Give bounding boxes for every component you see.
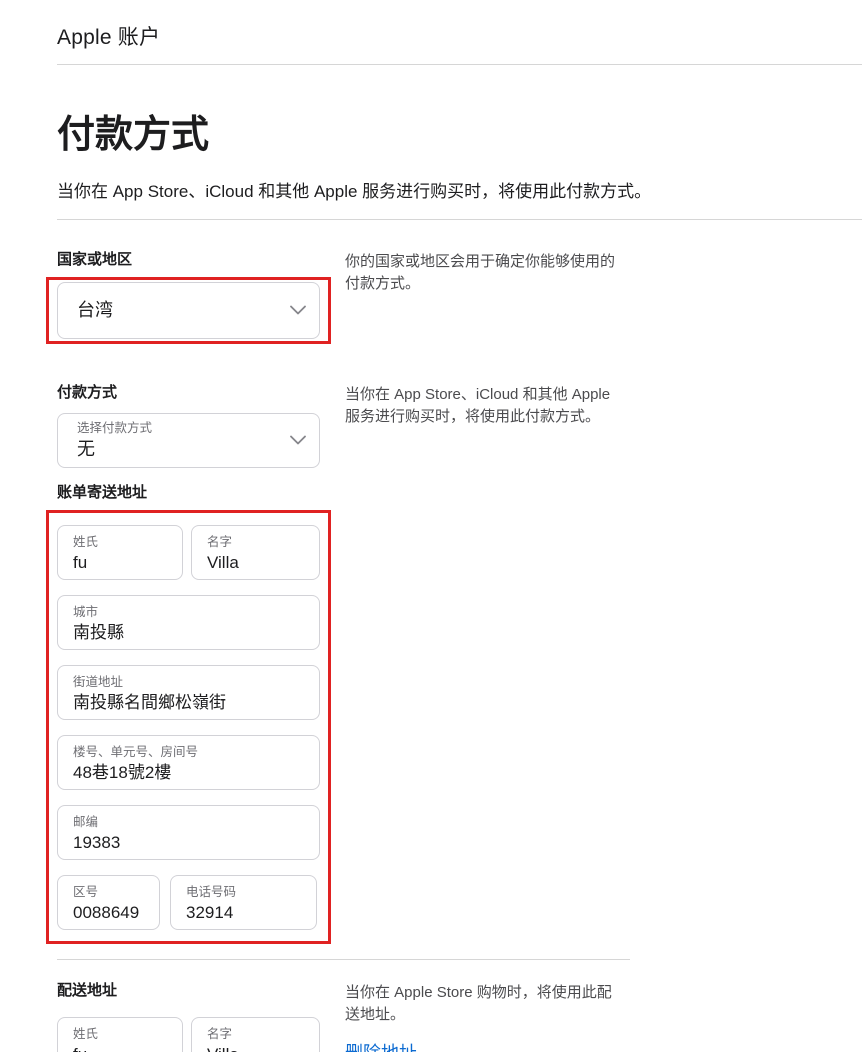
- field-value: Villa: [207, 1044, 311, 1052]
- highlight-box-country: 台湾: [46, 277, 331, 344]
- country-select[interactable]: 台湾: [57, 282, 320, 339]
- delete-address-link[interactable]: 删除地址: [345, 1039, 417, 1052]
- country-select-value: 台湾: [77, 299, 283, 321]
- section-divider: [57, 959, 630, 960]
- field-value: Villa: [207, 552, 311, 574]
- billing-phone-field[interactable]: 电话号码 32914: [170, 875, 317, 930]
- chevron-down-icon: [290, 435, 306, 445]
- field-value: 南投縣: [73, 622, 311, 644]
- field-label: 名字: [207, 535, 311, 550]
- intro-section: 付款方式 当你在 App Store、iCloud 和其他 Apple 服务进行…: [57, 115, 862, 220]
- payment-section: 付款方式 选择付款方式 无 账单寄送地址 姓氏 fu: [57, 384, 862, 944]
- payment-method-select[interactable]: 选择付款方式 无: [57, 413, 320, 468]
- field-label: 名字: [207, 1027, 311, 1042]
- field-label: 电话号码: [186, 885, 308, 900]
- app-title: Apple 账户: [57, 21, 862, 51]
- payment-select-label: 选择付款方式: [77, 421, 283, 436]
- field-label: 姓氏: [73, 535, 174, 550]
- page-intro: 当你在 App Store、iCloud 和其他 Apple 服务进行购买时，将…: [57, 181, 862, 203]
- country-description: 你的国家或地区会用于确定你能够使用的付款方式。: [345, 251, 625, 295]
- chevron-down-icon: [290, 305, 306, 315]
- page-title: 付款方式: [57, 115, 862, 157]
- page-content: Apple 账户 付款方式 当你在 App Store、iCloud 和其他 A…: [57, 0, 862, 1052]
- field-value: 32914: [186, 902, 308, 924]
- country-section-label: 国家或地区: [57, 251, 331, 269]
- field-label: 楼号、单元号、房间号: [73, 745, 311, 760]
- field-value: 48巷18號2樓: [73, 762, 311, 784]
- billing-last-name-field[interactable]: 姓氏 fu: [57, 525, 183, 580]
- field-value: fu: [73, 552, 174, 574]
- country-section: 国家或地区 台湾 你的国家或地区会用于确定你能够使用的付款方式。: [57, 251, 862, 344]
- field-label: 邮编: [73, 815, 311, 830]
- app-header: Apple 账户: [57, 0, 862, 65]
- field-value: 0088649: [73, 902, 151, 924]
- shipping-form: 姓氏 fu 名字 Villa: [57, 1017, 331, 1052]
- billing-unit-field[interactable]: 楼号、单元号、房间号 48巷18號2樓: [57, 735, 320, 790]
- shipping-description: 当你在 Apple Store 购物时，将使用此配送地址。: [345, 982, 625, 1026]
- billing-area-code-field[interactable]: 区号 0088649: [57, 875, 160, 930]
- shipping-last-name-field[interactable]: 姓氏 fu: [57, 1017, 183, 1052]
- field-label: 城市: [73, 605, 311, 620]
- billing-first-name-field[interactable]: 名字 Villa: [191, 525, 320, 580]
- shipping-section-label: 配送地址: [57, 982, 331, 1000]
- billing-section-label: 账单寄送地址: [57, 484, 331, 502]
- field-value: fu: [73, 1044, 174, 1052]
- field-value: 南投縣名間鄉松嶺街: [73, 692, 311, 714]
- field-label: 街道地址: [73, 675, 311, 690]
- shipping-first-name-field[interactable]: 名字 Villa: [191, 1017, 320, 1052]
- payment-select-value: 无: [77, 438, 283, 460]
- billing-city-field[interactable]: 城市 南投縣: [57, 595, 320, 650]
- field-label: 姓氏: [73, 1027, 174, 1042]
- billing-form: 姓氏 fu 名字 Villa 城市 南投縣 街道地址: [57, 525, 320, 930]
- payment-section-label: 付款方式: [57, 384, 331, 402]
- billing-zip-field[interactable]: 邮编 19383: [57, 805, 320, 860]
- field-label: 区号: [73, 885, 151, 900]
- billing-street-field[interactable]: 街道地址 南投縣名間鄉松嶺街: [57, 665, 320, 720]
- payment-description: 当你在 App Store、iCloud 和其他 Apple 服务进行购买时，将…: [345, 384, 625, 428]
- field-value: 19383: [73, 832, 311, 854]
- highlight-box-billing: 姓氏 fu 名字 Villa 城市 南投縣 街道地址: [46, 510, 331, 944]
- shipping-section: 配送地址 姓氏 fu 名字 Villa 当你在 Apple Store 购物时，…: [57, 982, 862, 1052]
